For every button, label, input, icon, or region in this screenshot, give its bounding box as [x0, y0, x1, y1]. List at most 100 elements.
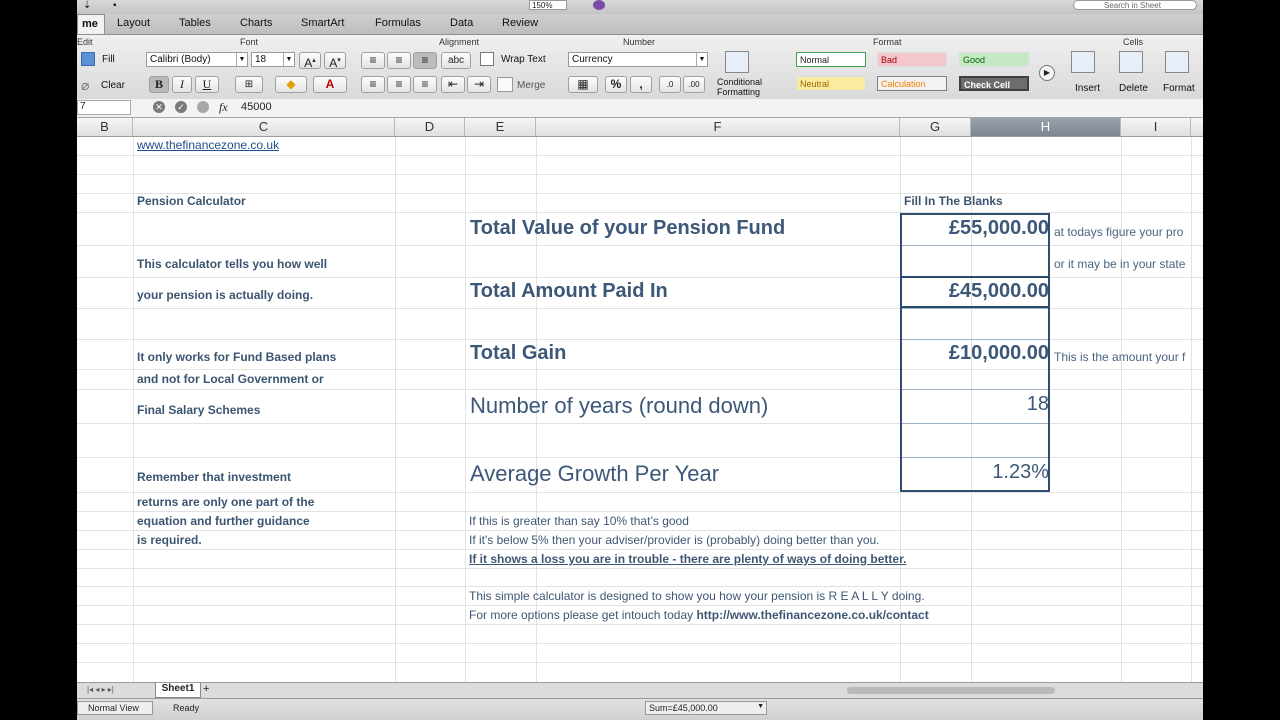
- number-format-select[interactable]: Currency ▼: [568, 52, 708, 67]
- orientation-button[interactable]: abc: [441, 52, 471, 69]
- undo-icon[interactable]: ⇣: [83, 0, 91, 11]
- column-header-d[interactable]: D: [395, 118, 465, 136]
- style-calculation[interactable]: Calculation: [877, 76, 947, 91]
- font-name-select[interactable]: Calibri (Body) ▼: [146, 52, 248, 67]
- align-middle-button[interactable]: ≡: [387, 52, 411, 69]
- delete-button[interactable]: Delete: [1119, 83, 1148, 94]
- style-good[interactable]: Good: [959, 52, 1029, 67]
- tab-home[interactable]: me: [77, 14, 105, 34]
- value-total-gain[interactable]: £10,000.00: [901, 342, 1049, 365]
- conditional-formatting-button-line2[interactable]: Formatting: [717, 87, 760, 97]
- percent-button[interactable]: %: [605, 76, 627, 93]
- calculator-title: Pension Calculator: [137, 194, 246, 208]
- conditional-formatting-button[interactable]: Conditional: [717, 77, 762, 87]
- align-right-button[interactable]: ≡: [413, 76, 437, 93]
- formula-input[interactable]: 45000: [241, 101, 272, 113]
- borders-button[interactable]: ⊞: [235, 76, 263, 93]
- value-total-paid-in[interactable]: £45,000.00: [901, 280, 1049, 303]
- description-line: This calculator tells you how well: [137, 257, 328, 271]
- group-cells-label: Cells: [1123, 37, 1144, 47]
- font-size-select[interactable]: 18 ▼: [251, 52, 295, 67]
- shrink-font-button[interactable]: A▾: [324, 52, 346, 70]
- zoom-select[interactable]: 150%: [529, 0, 567, 10]
- column-header-b[interactable]: B: [77, 118, 133, 136]
- website-link[interactable]: www.thefinancezone.co.uk: [137, 138, 279, 152]
- sheet-tab-bar: |◂ ◂ ▸ ▸| Sheet1 +: [77, 682, 1203, 699]
- align-bottom-button[interactable]: ≡: [413, 52, 437, 69]
- tab-charts[interactable]: Charts: [240, 17, 272, 29]
- align-left-button[interactable]: ≡: [361, 76, 385, 93]
- fx-icon[interactable]: fx: [219, 100, 228, 115]
- column-header-f[interactable]: F: [536, 118, 900, 136]
- decrease-decimal-button[interactable]: .00: [683, 76, 705, 93]
- group-font-label: Font: [240, 37, 259, 47]
- excel-window: ⇣ ▪ 150% Search in Sheet me Layout Table…: [77, 0, 1203, 720]
- description-line: returns are only one part of the: [137, 495, 315, 509]
- value-average-growth[interactable]: 1.23%: [901, 461, 1049, 484]
- wrap-text-button[interactable]: Wrap Text: [501, 54, 546, 65]
- italic-button[interactable]: I: [172, 76, 192, 93]
- horizontal-scrollbar[interactable]: [847, 687, 1055, 694]
- add-sheet-button[interactable]: +: [203, 683, 209, 695]
- confirm-icon[interactable]: ✓: [175, 101, 187, 113]
- sum-status[interactable]: Sum=£45,000.00 ▼: [645, 701, 767, 715]
- cancel-icon[interactable]: ✕: [153, 101, 165, 113]
- tab-layout[interactable]: Layout: [117, 17, 150, 29]
- column-header-j[interactable]: J: [1191, 118, 1203, 136]
- insert-button[interactable]: Insert: [1075, 83, 1100, 94]
- description-line: equation and further guidance: [137, 514, 310, 528]
- style-normal[interactable]: Normal: [796, 52, 866, 67]
- fill-button[interactable]: Fill: [102, 54, 115, 65]
- bold-button[interactable]: B: [149, 76, 169, 93]
- value-number-of-years[interactable]: 18: [901, 393, 1049, 416]
- underline-button[interactable]: U: [195, 76, 219, 93]
- note-gain: This is the amount your f: [1054, 350, 1186, 364]
- tab-smartart[interactable]: SmartArt: [301, 17, 344, 29]
- fill-icon: [81, 52, 95, 66]
- help-icon[interactable]: [593, 0, 605, 10]
- style-check-cell[interactable]: Check Cell: [959, 76, 1029, 91]
- chevron-down-icon: ▼: [236, 53, 247, 66]
- group-number-label: Number: [623, 37, 656, 47]
- column-header-h[interactable]: H: [971, 118, 1121, 136]
- column-header-i[interactable]: I: [1121, 118, 1191, 136]
- style-neutral[interactable]: Neutral: [796, 76, 866, 91]
- merge-button[interactable]: Merge: [517, 80, 545, 91]
- increase-decimal-button[interactable]: .0: [659, 76, 681, 93]
- styles-more-button[interactable]: ▶: [1039, 65, 1055, 81]
- format-button[interactable]: Format: [1163, 83, 1195, 94]
- grow-font-button[interactable]: A▴: [299, 52, 321, 70]
- normal-view-button[interactable]: Normal View: [77, 701, 153, 715]
- worksheet-grid[interactable]: www.thefinancezone.co.uk Pension Calcula…: [77, 137, 1203, 682]
- cell-reference-box[interactable]: 7: [77, 100, 131, 115]
- contact-link[interactable]: http://www.thefinancezone.co.uk/contact: [696, 608, 928, 622]
- formula-bar: 7 ✕ ✓ fx 45000: [77, 99, 1203, 118]
- column-header-g[interactable]: G: [900, 118, 971, 136]
- tab-data[interactable]: Data: [450, 17, 473, 29]
- tab-formulas[interactable]: Formulas: [375, 17, 421, 29]
- tab-tables[interactable]: Tables: [179, 17, 211, 29]
- column-header-e[interactable]: E: [465, 118, 536, 136]
- function-wizard-icon[interactable]: [197, 101, 209, 113]
- value-total-value[interactable]: £55,000.00: [901, 217, 1049, 240]
- align-top-button[interactable]: ≡: [361, 52, 385, 69]
- accounting-format-button[interactable]: ▦: [568, 76, 598, 93]
- font-color-button[interactable]: A: [313, 76, 347, 93]
- save-icon[interactable]: ▪: [113, 0, 117, 11]
- quick-access-toolbar: ⇣ ▪ 150% Search in Sheet: [77, 0, 1203, 14]
- align-center-button[interactable]: ≡: [387, 76, 411, 93]
- style-bad[interactable]: Bad: [877, 52, 947, 67]
- group-format-label: Format: [873, 37, 902, 47]
- column-header-c[interactable]: C: [133, 118, 395, 136]
- chevron-down-icon: ▼: [696, 53, 707, 66]
- clear-button[interactable]: Clear: [101, 80, 125, 91]
- increase-indent-button[interactable]: ⇥: [467, 76, 491, 93]
- label-number-of-years: Number of years (round down): [470, 393, 769, 418]
- comma-button[interactable]: ,: [630, 76, 652, 93]
- sheet-nav-arrows-icon[interactable]: |◂ ◂ ▸ ▸|: [87, 685, 114, 694]
- fill-color-button[interactable]: ◆: [275, 76, 307, 93]
- tab-review[interactable]: Review: [502, 17, 538, 29]
- sheet-tab-sheet1[interactable]: Sheet1: [155, 683, 201, 698]
- search-sheet-input[interactable]: Search in Sheet: [1073, 0, 1197, 10]
- decrease-indent-button[interactable]: ⇤: [441, 76, 465, 93]
